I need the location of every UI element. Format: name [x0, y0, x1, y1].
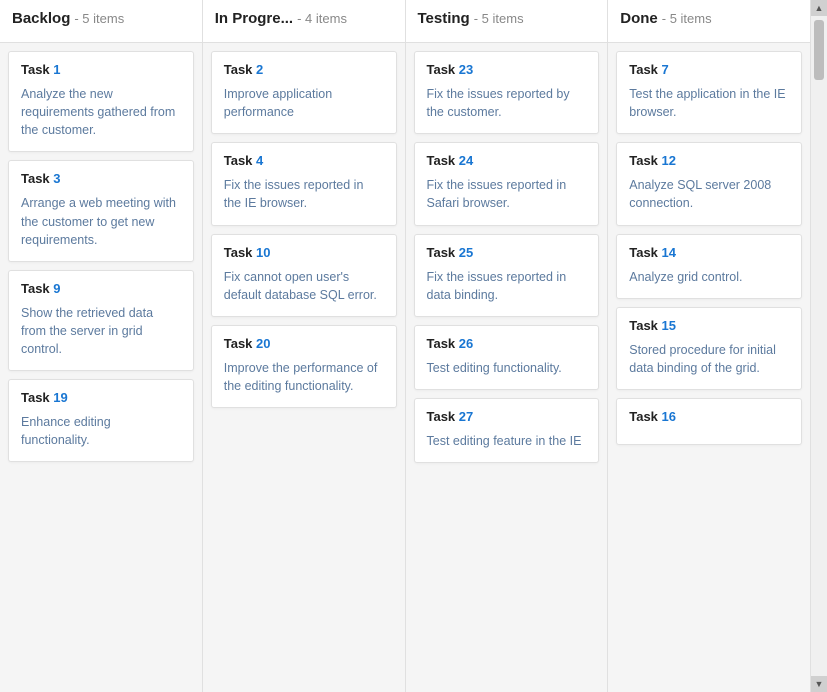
column-title-inprogress: In Progre...	[215, 10, 293, 27]
task-card-27[interactable]: Task 27 Test editing feature in the IE	[414, 398, 600, 463]
task-num-27: 27	[459, 409, 473, 424]
task-title-15: Task 15	[629, 318, 789, 333]
column-title-backlog: Backlog	[12, 10, 70, 27]
column-header-backlog: Backlog - 5 items	[0, 0, 202, 43]
task-desc-14: Analyze grid control.	[629, 268, 789, 286]
task-desc-2: Improve application performance	[224, 85, 384, 121]
scrollbar-up-arrow[interactable]: ▲	[811, 0, 827, 16]
column-inprogress: In Progre... - 4 items Task 2 Improve appli…	[203, 0, 406, 692]
task-card-20[interactable]: Task 20 Improve the performance of the ed…	[211, 325, 397, 408]
task-title-3: Task 3	[21, 171, 181, 186]
task-card-3[interactable]: Task 3 Arrange a web meeting with the cus…	[8, 160, 194, 261]
task-desc-15: Stored procedure for initial data bindin…	[629, 341, 789, 377]
task-num-1: 1	[53, 62, 60, 77]
scrollbar-area[interactable]: ▲▼	[811, 0, 827, 692]
task-card-9[interactable]: Task 9 Show the retrieved data from the s…	[8, 270, 194, 371]
task-card-25[interactable]: Task 25 Fix the issues reported in data b…	[414, 234, 600, 317]
task-desc-9: Show the retrieved data from the server …	[21, 304, 181, 358]
task-card-19[interactable]: Task 19 Enhance editing functionality.	[8, 379, 194, 462]
task-desc-26: Test editing functionality.	[427, 359, 587, 377]
task-num-24: 24	[459, 153, 473, 168]
scrollbar-down-arrow[interactable]: ▼	[811, 676, 827, 692]
task-num-23: 23	[459, 62, 473, 77]
task-title-23: Task 23	[427, 62, 587, 77]
task-card-1[interactable]: Task 1 Analyze the new requirements gathe…	[8, 51, 194, 152]
task-num-19: 19	[53, 390, 67, 405]
task-card-4[interactable]: Task 4 Fix the issues reported in the IE …	[211, 142, 397, 225]
task-desc-12: Analyze SQL server 2008 connection.	[629, 176, 789, 212]
task-title-9: Task 9	[21, 281, 181, 296]
column-count-done: - 5 items	[662, 11, 712, 26]
task-num-12: 12	[662, 153, 676, 168]
task-title-2: Task 2	[224, 62, 384, 77]
task-title-7: Task 7	[629, 62, 789, 77]
task-title-24: Task 24	[427, 153, 587, 168]
column-count-testing: - 5 items	[474, 11, 524, 26]
task-card-26[interactable]: Task 26 Test editing functionality.	[414, 325, 600, 390]
task-num-3: 3	[53, 171, 60, 186]
task-desc-19: Enhance editing functionality.	[21, 413, 181, 449]
task-num-4: 4	[256, 153, 263, 168]
task-card-10[interactable]: Task 10 Fix cannot open user's default da…	[211, 234, 397, 317]
task-title-14: Task 14	[629, 245, 789, 260]
column-header-inprogress: In Progre... - 4 items	[203, 0, 405, 43]
column-count-backlog: - 5 items	[74, 11, 124, 26]
task-num-2: 2	[256, 62, 263, 77]
column-title-testing: Testing	[418, 10, 470, 27]
column-header-testing: Testing - 5 items	[406, 0, 608, 43]
task-title-27: Task 27	[427, 409, 587, 424]
column-backlog: Backlog - 5 items Task 1 Analyze the new re…	[0, 0, 203, 692]
task-desc-27: Test editing feature in the IE	[427, 432, 587, 450]
task-title-26: Task 26	[427, 336, 587, 351]
task-card-14[interactable]: Task 14 Analyze grid control.	[616, 234, 802, 299]
task-card-12[interactable]: Task 12 Analyze SQL server 2008 connectio…	[616, 142, 802, 225]
task-desc-1: Analyze the new requirements gathered fr…	[21, 85, 181, 139]
task-num-20: 20	[256, 336, 270, 351]
task-title-1: Task 1	[21, 62, 181, 77]
column-count-inprogress: - 4 items	[297, 11, 347, 26]
scrollbar-thumb[interactable]	[814, 20, 824, 80]
task-title-20: Task 20	[224, 336, 384, 351]
task-title-4: Task 4	[224, 153, 384, 168]
task-desc-4: Fix the issues reported in the IE browse…	[224, 176, 384, 212]
task-card-23[interactable]: Task 23 Fix the issues reported by the cu…	[414, 51, 600, 134]
column-testing: Testing - 5 items Task 23 Fix the issues re…	[406, 0, 609, 692]
column-body-done[interactable]: Task 7 Test the application in the IE bro…	[608, 43, 810, 692]
task-title-25: Task 25	[427, 245, 587, 260]
task-title-19: Task 19	[21, 390, 181, 405]
task-title-16: Task 16	[629, 409, 789, 424]
task-desc-10: Fix cannot open user's default database …	[224, 268, 384, 304]
scrollbar-track[interactable]	[811, 16, 827, 676]
task-num-25: 25	[459, 245, 473, 260]
task-desc-3: Arrange a web meeting with the customer …	[21, 194, 181, 248]
task-title-12: Task 12	[629, 153, 789, 168]
column-body-backlog[interactable]: Task 1 Analyze the new requirements gathe…	[0, 43, 202, 692]
column-title-done: Done	[620, 10, 658, 27]
column-body-inprogress[interactable]: Task 2Improve application performanceTas…	[203, 43, 405, 692]
task-num-9: 9	[53, 281, 60, 296]
task-num-26: 26	[459, 336, 473, 351]
task-desc-24: Fix the issues reported in Safari browse…	[427, 176, 587, 212]
task-num-7: 7	[662, 62, 669, 77]
task-num-16: 16	[662, 409, 676, 424]
task-title-10: Task 10	[224, 245, 384, 260]
task-card-2[interactable]: Task 2 Improve application performance	[211, 51, 397, 134]
task-card-15[interactable]: Task 15 Stored procedure for initial data…	[616, 307, 802, 390]
task-card-7[interactable]: Task 7 Test the application in the IE bro…	[616, 51, 802, 134]
task-desc-25: Fix the issues reported in data binding.	[427, 268, 587, 304]
column-body-testing[interactable]: Task 23 Fix the issues reported by the cu…	[406, 43, 608, 692]
column-header-done: Done - 5 items	[608, 0, 810, 43]
task-desc-7: Test the application in the IE browser.	[629, 85, 789, 121]
task-card-16[interactable]: Task 16	[616, 398, 802, 445]
task-desc-20: Improve the performance of the editing f…	[224, 359, 384, 395]
kanban-board: Backlog - 5 items Task 1 Analyze the new re…	[0, 0, 827, 692]
task-desc-23: Fix the issues reported by the customer.	[427, 85, 587, 121]
task-num-10: 10	[256, 245, 270, 260]
column-done: Done - 5 items Task 7 Test the application …	[608, 0, 811, 692]
task-card-24[interactable]: Task 24 Fix the issues reported in Safari…	[414, 142, 600, 225]
task-num-15: 15	[662, 318, 676, 333]
task-num-14: 14	[662, 245, 676, 260]
